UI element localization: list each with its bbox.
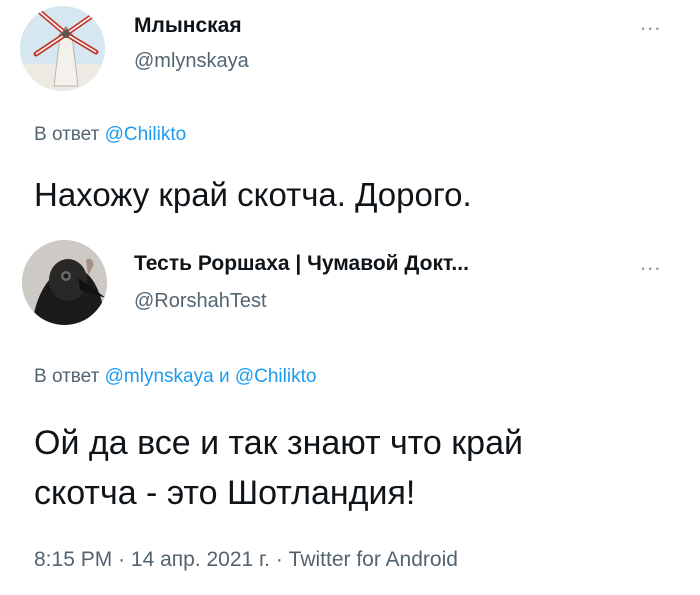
mention-link[interactable]: @mlynskaya [105,366,214,387]
more-options-icon[interactable]: ... [640,10,661,36]
avatar[interactable] [20,6,105,91]
reply-context: В ответ @mlynskaya и @Chilikto [34,366,316,388]
tweet-source[interactable]: Twitter for Android [289,548,458,571]
tweet-metadata: 8:15 PM · 14 апр. 2021 г. · Twitter for … [34,548,458,572]
mention-link[interactable]: @Chilikto [235,366,317,387]
reply-prefix: В ответ [34,124,100,145]
reply-context: В ответ @Chilikto [34,124,186,146]
windmill-avatar-icon [20,6,105,91]
separator: · [275,548,283,571]
reply-prefix: В ответ [34,366,100,387]
user-handle[interactable]: @RorshahTest [134,290,267,313]
tweet-text-line: Ой да все и так знают что край [34,424,523,462]
more-options-icon[interactable]: ... [640,250,661,276]
display-name[interactable]: Тесть Роршаха | Чумавой Докт... [134,252,469,276]
tweet-text: Нахожу край скотча. Дорого. [34,176,472,213]
tweet-date[interactable]: 14 апр. 2021 г. [131,548,270,571]
display-name[interactable]: Млынская [134,14,242,38]
separator: · [118,548,126,571]
plague-doctor-avatar-icon [22,240,107,325]
avatar[interactable] [22,240,107,325]
user-handle[interactable]: @mlynskaya [134,50,249,73]
reply-joiner: и [218,366,230,387]
tweet-text: Ой да все и так знают что край скотча - … [34,418,523,518]
tweet-time[interactable]: 8:15 PM [34,548,112,571]
mention-link[interactable]: @Chilikto [105,124,187,145]
tweet-text-line: скотча - это Шотландия! [34,474,416,512]
